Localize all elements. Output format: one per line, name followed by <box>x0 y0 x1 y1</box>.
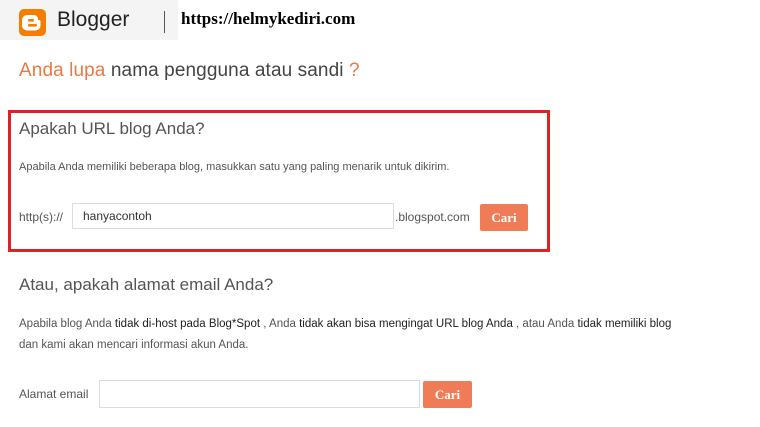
blog-url-input[interactable] <box>72 203 394 229</box>
email-field-label: Alamat email <box>19 387 89 401</box>
url-prefix-label: http(s):// <box>19 210 64 224</box>
page-title-part1: Anda lupa <box>19 60 106 81</box>
email-search-button[interactable]: Cari <box>423 381 472 408</box>
desc-emphasis: tidak akan bisa mengingat URL blog Anda <box>299 318 513 330</box>
header-divider <box>164 11 165 33</box>
desc-text: Apabila blog Anda <box>19 318 112 330</box>
email-section-description-line1: Apabila blog Anda tidak di-host pada Blo… <box>19 314 671 335</box>
url-section-description: Apabila Anda memiliki beberapa blog, mas… <box>19 161 450 173</box>
email-field[interactable] <box>99 380 420 408</box>
blogger-logo-icon[interactable] <box>19 9 46 36</box>
desc-emphasis: tidak di-host pada Blog*Spot <box>114 318 261 330</box>
desc-text: , atau Anda <box>516 318 575 330</box>
url-search-button[interactable]: Cari <box>480 204 528 231</box>
site-url-watermark: https://helmykediri.com <box>181 9 356 28</box>
page-title-part2: nama pengguna atau sandi <box>110 60 344 81</box>
header: Blogger https://helmykediri.com <box>0 0 760 40</box>
desc-text: , Anda <box>263 318 296 330</box>
page-title: Anda lupa nama pengguna atau sandi ? <box>19 60 360 82</box>
email-section-heading: Atau, apakah alamat email Anda? <box>19 275 274 294</box>
url-section-heading: Apakah URL blog Anda? <box>19 119 205 138</box>
page-title-part3: ? <box>348 60 360 81</box>
blogger-logo-text[interactable]: Blogger <box>57 8 129 32</box>
url-suffix-label: .blogspot.com <box>395 210 470 224</box>
email-section-description-line2: dan kami akan mencari informasi akun And… <box>19 339 249 351</box>
desc-emphasis: tidak memiliki blog <box>577 318 672 330</box>
